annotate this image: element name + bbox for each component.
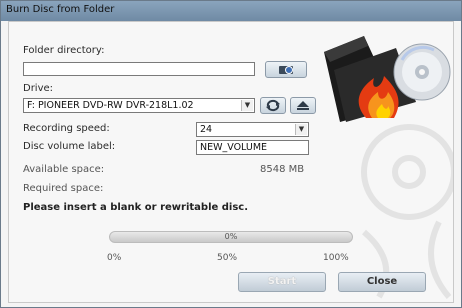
- progress-bar: 0%: [109, 231, 353, 243]
- recording-speed-label: Recording speed:: [23, 123, 110, 134]
- progress-text: 0%: [224, 232, 238, 241]
- burn-disc-illustration: [324, 36, 451, 122]
- title-bar[interactable]: Burn Disc from Folder: [1, 1, 461, 21]
- status-message: Please insert a blank or rewritable disc…: [23, 202, 249, 213]
- window-title: Burn Disc from Folder: [6, 4, 115, 15]
- progress-tick-100: 100%: [323, 253, 349, 263]
- disc-volume-label-label: Disc volume label:: [23, 141, 116, 152]
- close-button[interactable]: Close: [338, 272, 426, 292]
- progress-tick-50: 50%: [217, 253, 238, 263]
- refresh-icon: [266, 99, 280, 112]
- folder-directory-label: Folder directory:: [23, 45, 105, 56]
- chevron-down-icon: ▼: [241, 100, 253, 111]
- refresh-drives-button[interactable]: [260, 97, 286, 114]
- recording-speed-value: 24: [200, 124, 213, 135]
- disc-volume-label-input[interactable]: NEW_VOLUME: [196, 140, 309, 155]
- browse-folder-button[interactable]: [265, 61, 307, 78]
- recording-speed-select[interactable]: 24 ▼: [196, 122, 309, 137]
- progress-tick-0: 0%: [107, 253, 122, 263]
- chevron-down-icon: ▼: [295, 124, 307, 135]
- folder-directory-input[interactable]: [23, 62, 255, 76]
- burn-disc-dialog: Burn Disc from Folder Folder directory: …: [0, 0, 462, 308]
- folder-browse-icon: [279, 66, 293, 74]
- drive-label: Drive:: [23, 83, 54, 94]
- dialog-content: Folder directory: Drive: F: PIONEER DVD-…: [8, 21, 454, 303]
- required-space-label: Required space:: [23, 183, 104, 194]
- disc-icon: [393, 43, 451, 101]
- drive-select[interactable]: F: PIONEER DVD-RW DVR-218L1.02 ▼: [23, 98, 255, 113]
- available-space-value: 8548 MB: [260, 164, 305, 175]
- drive-select-value: F: PIONEER DVD-RW DVR-218L1.02: [27, 100, 194, 111]
- available-space-label: Available space:: [23, 164, 105, 175]
- start-button[interactable]: Start: [238, 272, 326, 292]
